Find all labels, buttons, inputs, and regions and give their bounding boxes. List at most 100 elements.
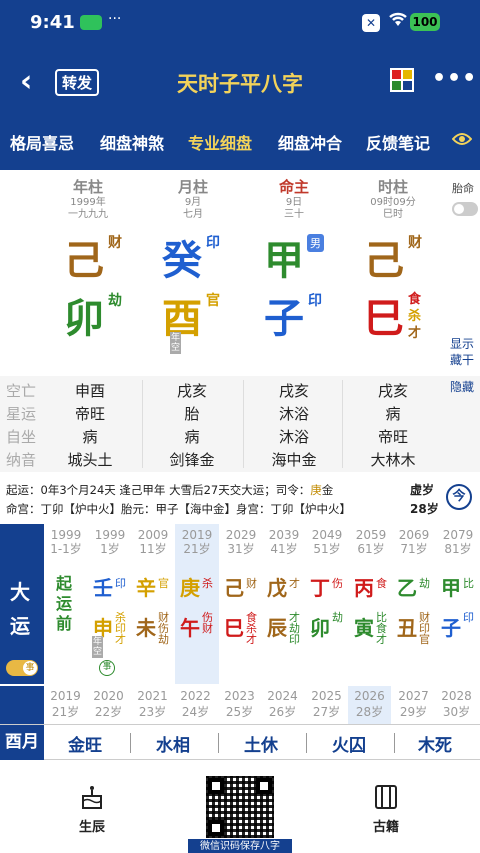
dayun-column[interactable]: 2029 31岁	[219, 524, 263, 684]
dayun-column[interactable]: 2059 61岁	[349, 524, 393, 684]
liunian-age: 30岁	[442, 705, 471, 719]
qiyun-label: 起运前	[56, 574, 73, 633]
row-label: 纳音	[6, 451, 37, 469]
dayun-age: 71岁	[400, 542, 428, 556]
liunian-column[interactable]: 2025 27岁	[305, 686, 348, 724]
dayun-stem-ten: 财	[246, 577, 257, 590]
liunian-column[interactable]: 2022 24岁	[174, 686, 217, 724]
dayun-stem-ten: 比	[463, 577, 474, 590]
dayun-age: 1-1岁	[50, 542, 82, 556]
pillar-day: 命主 9日 三十	[244, 176, 344, 221]
dayun-age: 61岁	[357, 542, 385, 556]
show-canggan-link[interactable]: 显示 藏干	[450, 336, 478, 368]
pillar-date: 09时09分	[370, 197, 416, 208]
liunian-column-current[interactable]: 2026 28岁	[348, 686, 391, 724]
cell: 病	[82, 428, 98, 446]
month-bar: 酉月 金旺 水相 土休 火囚 木死	[0, 724, 480, 760]
liunian-column[interactable]: 2028 30岁	[435, 686, 478, 724]
cell: 沐浴	[278, 428, 309, 446]
stem-hour: 己	[364, 238, 404, 284]
dayun-age: 11岁	[139, 542, 167, 556]
pillar-name: 月柱	[177, 178, 208, 196]
dayun-column[interactable]: 2009 11岁	[131, 524, 175, 684]
divider	[394, 733, 395, 753]
dayun-stem: 己	[224, 576, 244, 600]
dayun-column[interactable]: 2049 51岁	[305, 524, 349, 684]
liunian-column[interactable]: 2023 25岁	[218, 686, 261, 724]
wifi-icon	[388, 11, 408, 31]
dayun-year: 2069	[398, 528, 430, 542]
info-row-zizuo: 自坐 病 病 沐浴 帝旺	[0, 424, 480, 447]
dayun-column[interactable]: 2039 41岁	[262, 524, 306, 684]
cell: 病	[385, 405, 401, 423]
dayun-year: 2079	[442, 528, 474, 542]
qr-corner	[208, 820, 224, 836]
dayun-stem: 辛	[136, 576, 156, 600]
liunian-year: 2028	[441, 689, 472, 703]
eye-icon[interactable]	[452, 130, 472, 148]
dayun-year: 2039	[268, 528, 300, 542]
row-label: 星运	[6, 405, 37, 423]
more-button[interactable]: •••	[432, 66, 477, 91]
dayun-branch: 卯	[310, 616, 330, 640]
tab-chonghe[interactable]: 细盘冲合	[278, 130, 342, 154]
qr-corner	[256, 778, 272, 794]
branch-ten-god: 才	[408, 326, 422, 341]
taiming-toggle[interactable]	[452, 202, 478, 216]
layout-grid-icon[interactable]	[390, 68, 414, 92]
liunian-year: 2022	[180, 689, 211, 703]
cell: 海中金	[271, 451, 317, 469]
dayun-stem-ten: 才	[289, 577, 300, 590]
liunian-column[interactable]: 2021 23岁	[131, 686, 174, 724]
stem-day: 甲	[264, 238, 304, 284]
liunian-column[interactable]: 2019 21岁	[44, 686, 87, 724]
classics-button[interactable]: 古籍	[356, 782, 416, 835]
xusui-value: 28岁	[410, 502, 439, 516]
tab-feedback[interactable]: 反馈笔记	[366, 130, 430, 154]
event-marker[interactable]: 事	[99, 660, 115, 676]
dayun-stem-ten: 食	[376, 577, 387, 590]
pillar-date: 9月	[184, 197, 202, 208]
liunian-age: 25岁	[225, 705, 254, 719]
info-row-xingyun: 星运 帝旺 胎 沐浴 病	[0, 401, 480, 424]
cell: 剑锋金	[169, 451, 215, 469]
liunian-column[interactable]: 2024 26岁	[261, 686, 304, 724]
tab-bar: 格局喜忌 细盘神煞 专业细盘 细盘冲合 反馈笔记	[0, 124, 480, 158]
branch-ten-god: 劫	[108, 293, 122, 309]
dayun-column[interactable]: 2069 71岁	[392, 524, 436, 684]
birth-info-button[interactable]: 生辰	[62, 782, 122, 835]
dayun-column-current[interactable]: 2019 21岁	[175, 524, 219, 684]
liunian-age: 24岁	[181, 705, 210, 719]
dayun-stem-ten: 劫	[419, 577, 430, 590]
pillar-date: 1999年	[70, 197, 106, 208]
pillar-month: 月柱 9月 七月	[143, 176, 243, 221]
qr-corner	[208, 778, 224, 794]
tab-geju[interactable]: 格局喜忌	[10, 130, 74, 154]
pillar-name: 年柱	[72, 178, 103, 196]
dayun-age: 51岁	[313, 542, 341, 556]
status-dots: ···	[108, 11, 122, 27]
dayun-branch: 子	[441, 616, 461, 640]
liunian-column[interactable]: 2027 29岁	[392, 686, 435, 724]
battery-indicator: 100	[410, 13, 440, 31]
dayun-age: 21岁	[183, 542, 211, 556]
event-toggle[interactable]: 事	[6, 660, 38, 676]
liunian-year: 2021	[137, 689, 168, 703]
liunian-year: 2023	[224, 689, 255, 703]
dayun-age: 81岁	[444, 542, 472, 556]
dayun-age: 31岁	[227, 542, 255, 556]
today-button[interactable]: 今	[446, 484, 472, 510]
dayun-column[interactable]: 2079 81岁	[436, 524, 480, 684]
branch-hour: 巳	[364, 296, 404, 342]
info-table: 空亡 申酉 戌亥 戌亥 戌亥 星运 帝旺 胎 沐浴 病 自坐 病 病 沐浴 帝旺…	[0, 376, 480, 472]
tab-shensha[interactable]: 细盘神煞	[100, 130, 164, 154]
cell: 病	[184, 428, 200, 446]
hide-link[interactable]: 隐藏	[450, 378, 474, 395]
row-label: 自坐	[6, 428, 37, 446]
liunian-age: 23岁	[138, 705, 167, 719]
dayun-stem-ten: 伤	[332, 577, 343, 590]
liunian-column[interactable]: 2020 22岁	[87, 686, 130, 724]
liunian-age: 26岁	[268, 705, 297, 719]
dayun-year: 1999	[50, 528, 82, 542]
tab-professional[interactable]: 专业细盘	[188, 130, 252, 154]
